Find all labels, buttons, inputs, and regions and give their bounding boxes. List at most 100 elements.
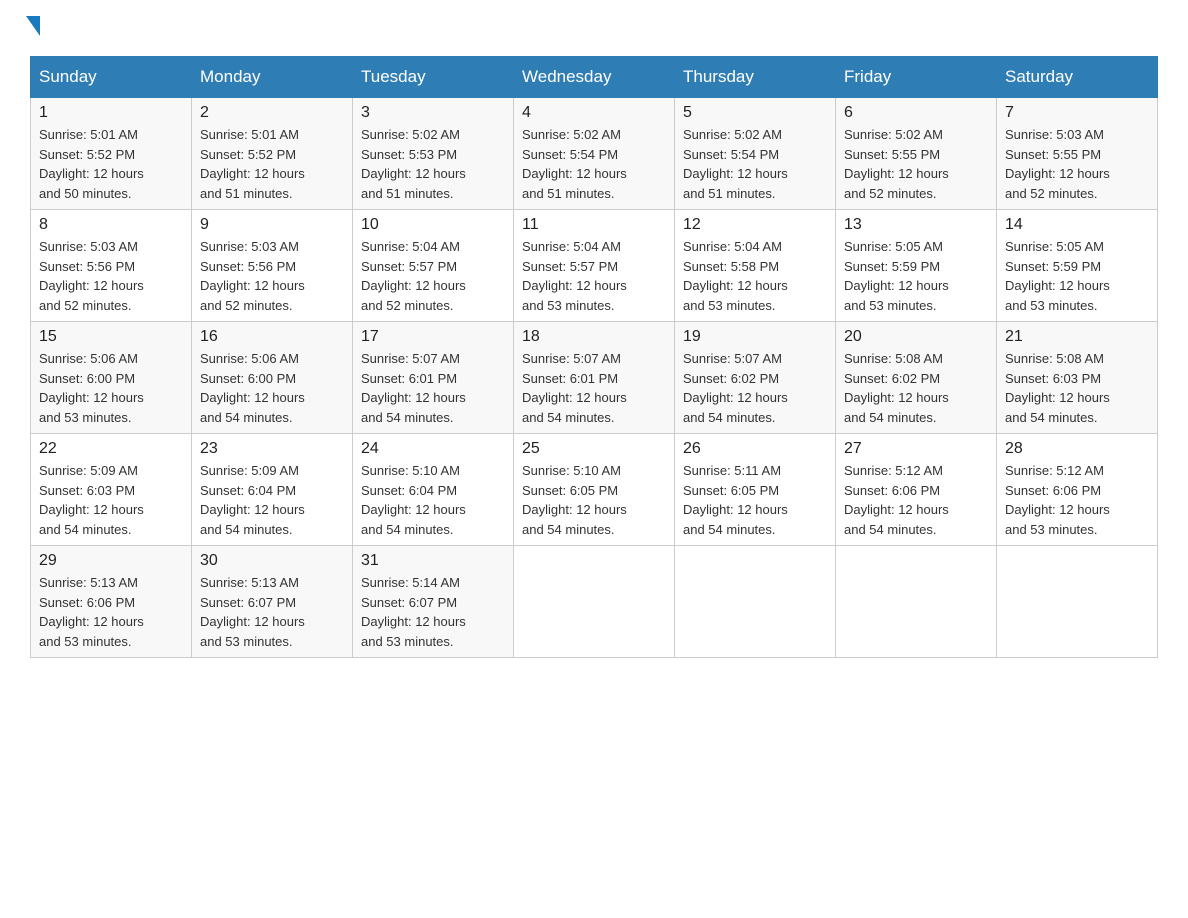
day-number: 4 (522, 104, 666, 122)
logo-triangle-icon (26, 16, 40, 36)
day-info: Sunrise: 5:05 AMSunset: 5:59 PMDaylight:… (1005, 239, 1110, 313)
day-number: 20 (844, 328, 988, 346)
day-number: 11 (522, 216, 666, 234)
day-info: Sunrise: 5:07 AMSunset: 6:01 PMDaylight:… (522, 351, 627, 425)
day-info: Sunrise: 5:06 AMSunset: 6:00 PMDaylight:… (39, 351, 144, 425)
header-saturday: Saturday (997, 57, 1158, 98)
day-info: Sunrise: 5:06 AMSunset: 6:00 PMDaylight:… (200, 351, 305, 425)
day-number: 29 (39, 552, 183, 570)
day-info: Sunrise: 5:10 AMSunset: 6:05 PMDaylight:… (522, 463, 627, 537)
day-info: Sunrise: 5:03 AMSunset: 5:55 PMDaylight:… (1005, 127, 1110, 201)
day-info: Sunrise: 5:09 AMSunset: 6:04 PMDaylight:… (200, 463, 305, 537)
day-number: 7 (1005, 104, 1149, 122)
day-info: Sunrise: 5:04 AMSunset: 5:57 PMDaylight:… (522, 239, 627, 313)
day-info: Sunrise: 5:02 AMSunset: 5:53 PMDaylight:… (361, 127, 466, 201)
calendar-cell: 23 Sunrise: 5:09 AMSunset: 6:04 PMDaylig… (192, 434, 353, 546)
day-info: Sunrise: 5:03 AMSunset: 5:56 PMDaylight:… (39, 239, 144, 313)
header-tuesday: Tuesday (353, 57, 514, 98)
header-thursday: Thursday (675, 57, 836, 98)
day-number: 13 (844, 216, 988, 234)
day-number: 30 (200, 552, 344, 570)
day-number: 14 (1005, 216, 1149, 234)
day-number: 6 (844, 104, 988, 122)
calendar-week-row: 29 Sunrise: 5:13 AMSunset: 6:06 PMDaylig… (31, 546, 1158, 658)
day-info: Sunrise: 5:09 AMSunset: 6:03 PMDaylight:… (39, 463, 144, 537)
calendar-cell: 24 Sunrise: 5:10 AMSunset: 6:04 PMDaylig… (353, 434, 514, 546)
day-number: 5 (683, 104, 827, 122)
calendar-cell: 21 Sunrise: 5:08 AMSunset: 6:03 PMDaylig… (997, 322, 1158, 434)
calendar-cell: 8 Sunrise: 5:03 AMSunset: 5:56 PMDayligh… (31, 210, 192, 322)
calendar-cell: 14 Sunrise: 5:05 AMSunset: 5:59 PMDaylig… (997, 210, 1158, 322)
calendar-cell: 9 Sunrise: 5:03 AMSunset: 5:56 PMDayligh… (192, 210, 353, 322)
calendar-week-row: 1 Sunrise: 5:01 AMSunset: 5:52 PMDayligh… (31, 98, 1158, 210)
calendar-week-row: 8 Sunrise: 5:03 AMSunset: 5:56 PMDayligh… (31, 210, 1158, 322)
calendar-cell: 27 Sunrise: 5:12 AMSunset: 6:06 PMDaylig… (836, 434, 997, 546)
day-number: 12 (683, 216, 827, 234)
calendar-cell: 12 Sunrise: 5:04 AMSunset: 5:58 PMDaylig… (675, 210, 836, 322)
day-info: Sunrise: 5:02 AMSunset: 5:54 PMDaylight:… (683, 127, 788, 201)
header-friday: Friday (836, 57, 997, 98)
calendar-cell: 4 Sunrise: 5:02 AMSunset: 5:54 PMDayligh… (514, 98, 675, 210)
calendar-cell: 11 Sunrise: 5:04 AMSunset: 5:57 PMDaylig… (514, 210, 675, 322)
calendar-cell: 29 Sunrise: 5:13 AMSunset: 6:06 PMDaylig… (31, 546, 192, 658)
calendar-cell: 20 Sunrise: 5:08 AMSunset: 6:02 PMDaylig… (836, 322, 997, 434)
day-info: Sunrise: 5:05 AMSunset: 5:59 PMDaylight:… (844, 239, 949, 313)
day-number: 23 (200, 440, 344, 458)
day-info: Sunrise: 5:03 AMSunset: 5:56 PMDaylight:… (200, 239, 305, 313)
day-number: 26 (683, 440, 827, 458)
calendar-cell: 19 Sunrise: 5:07 AMSunset: 6:02 PMDaylig… (675, 322, 836, 434)
calendar-cell: 25 Sunrise: 5:10 AMSunset: 6:05 PMDaylig… (514, 434, 675, 546)
header-wednesday: Wednesday (514, 57, 675, 98)
calendar-cell: 15 Sunrise: 5:06 AMSunset: 6:00 PMDaylig… (31, 322, 192, 434)
calendar-cell: 7 Sunrise: 5:03 AMSunset: 5:55 PMDayligh… (997, 98, 1158, 210)
calendar-cell: 5 Sunrise: 5:02 AMSunset: 5:54 PMDayligh… (675, 98, 836, 210)
calendar-table: SundayMondayTuesdayWednesdayThursdayFrid… (30, 56, 1158, 658)
calendar-cell: 2 Sunrise: 5:01 AMSunset: 5:52 PMDayligh… (192, 98, 353, 210)
day-number: 3 (361, 104, 505, 122)
day-info: Sunrise: 5:07 AMSunset: 6:01 PMDaylight:… (361, 351, 466, 425)
day-number: 25 (522, 440, 666, 458)
calendar-week-row: 22 Sunrise: 5:09 AMSunset: 6:03 PMDaylig… (31, 434, 1158, 546)
calendar-cell: 18 Sunrise: 5:07 AMSunset: 6:01 PMDaylig… (514, 322, 675, 434)
calendar-cell: 22 Sunrise: 5:09 AMSunset: 6:03 PMDaylig… (31, 434, 192, 546)
calendar-cell: 3 Sunrise: 5:02 AMSunset: 5:53 PMDayligh… (353, 98, 514, 210)
calendar-cell: 16 Sunrise: 5:06 AMSunset: 6:00 PMDaylig… (192, 322, 353, 434)
day-info: Sunrise: 5:07 AMSunset: 6:02 PMDaylight:… (683, 351, 788, 425)
calendar-cell: 1 Sunrise: 5:01 AMSunset: 5:52 PMDayligh… (31, 98, 192, 210)
day-number: 8 (39, 216, 183, 234)
day-number: 19 (683, 328, 827, 346)
calendar-cell: 17 Sunrise: 5:07 AMSunset: 6:01 PMDaylig… (353, 322, 514, 434)
day-info: Sunrise: 5:11 AMSunset: 6:05 PMDaylight:… (683, 463, 788, 537)
day-number: 28 (1005, 440, 1149, 458)
day-info: Sunrise: 5:08 AMSunset: 6:02 PMDaylight:… (844, 351, 949, 425)
day-info: Sunrise: 5:12 AMSunset: 6:06 PMDaylight:… (844, 463, 949, 537)
calendar-cell: 13 Sunrise: 5:05 AMSunset: 5:59 PMDaylig… (836, 210, 997, 322)
header-sunday: Sunday (31, 57, 192, 98)
day-number: 16 (200, 328, 344, 346)
day-info: Sunrise: 5:01 AMSunset: 5:52 PMDaylight:… (39, 127, 144, 201)
calendar-cell: 6 Sunrise: 5:02 AMSunset: 5:55 PMDayligh… (836, 98, 997, 210)
header-monday: Monday (192, 57, 353, 98)
day-info: Sunrise: 5:12 AMSunset: 6:06 PMDaylight:… (1005, 463, 1110, 537)
calendar-cell: 30 Sunrise: 5:13 AMSunset: 6:07 PMDaylig… (192, 546, 353, 658)
day-info: Sunrise: 5:13 AMSunset: 6:07 PMDaylight:… (200, 575, 305, 649)
calendar-cell (836, 546, 997, 658)
calendar-header-row: SundayMondayTuesdayWednesdayThursdayFrid… (31, 57, 1158, 98)
calendar-week-row: 15 Sunrise: 5:06 AMSunset: 6:00 PMDaylig… (31, 322, 1158, 434)
day-number: 1 (39, 104, 183, 122)
page-header (30, 20, 1158, 36)
day-info: Sunrise: 5:08 AMSunset: 6:03 PMDaylight:… (1005, 351, 1110, 425)
day-info: Sunrise: 5:02 AMSunset: 5:54 PMDaylight:… (522, 127, 627, 201)
day-info: Sunrise: 5:10 AMSunset: 6:04 PMDaylight:… (361, 463, 466, 537)
calendar-cell (997, 546, 1158, 658)
calendar-cell: 10 Sunrise: 5:04 AMSunset: 5:57 PMDaylig… (353, 210, 514, 322)
day-number: 18 (522, 328, 666, 346)
calendar-cell: 26 Sunrise: 5:11 AMSunset: 6:05 PMDaylig… (675, 434, 836, 546)
day-number: 10 (361, 216, 505, 234)
day-info: Sunrise: 5:02 AMSunset: 5:55 PMDaylight:… (844, 127, 949, 201)
calendar-cell: 31 Sunrise: 5:14 AMSunset: 6:07 PMDaylig… (353, 546, 514, 658)
day-info: Sunrise: 5:04 AMSunset: 5:58 PMDaylight:… (683, 239, 788, 313)
day-info: Sunrise: 5:04 AMSunset: 5:57 PMDaylight:… (361, 239, 466, 313)
day-info: Sunrise: 5:13 AMSunset: 6:06 PMDaylight:… (39, 575, 144, 649)
day-number: 17 (361, 328, 505, 346)
